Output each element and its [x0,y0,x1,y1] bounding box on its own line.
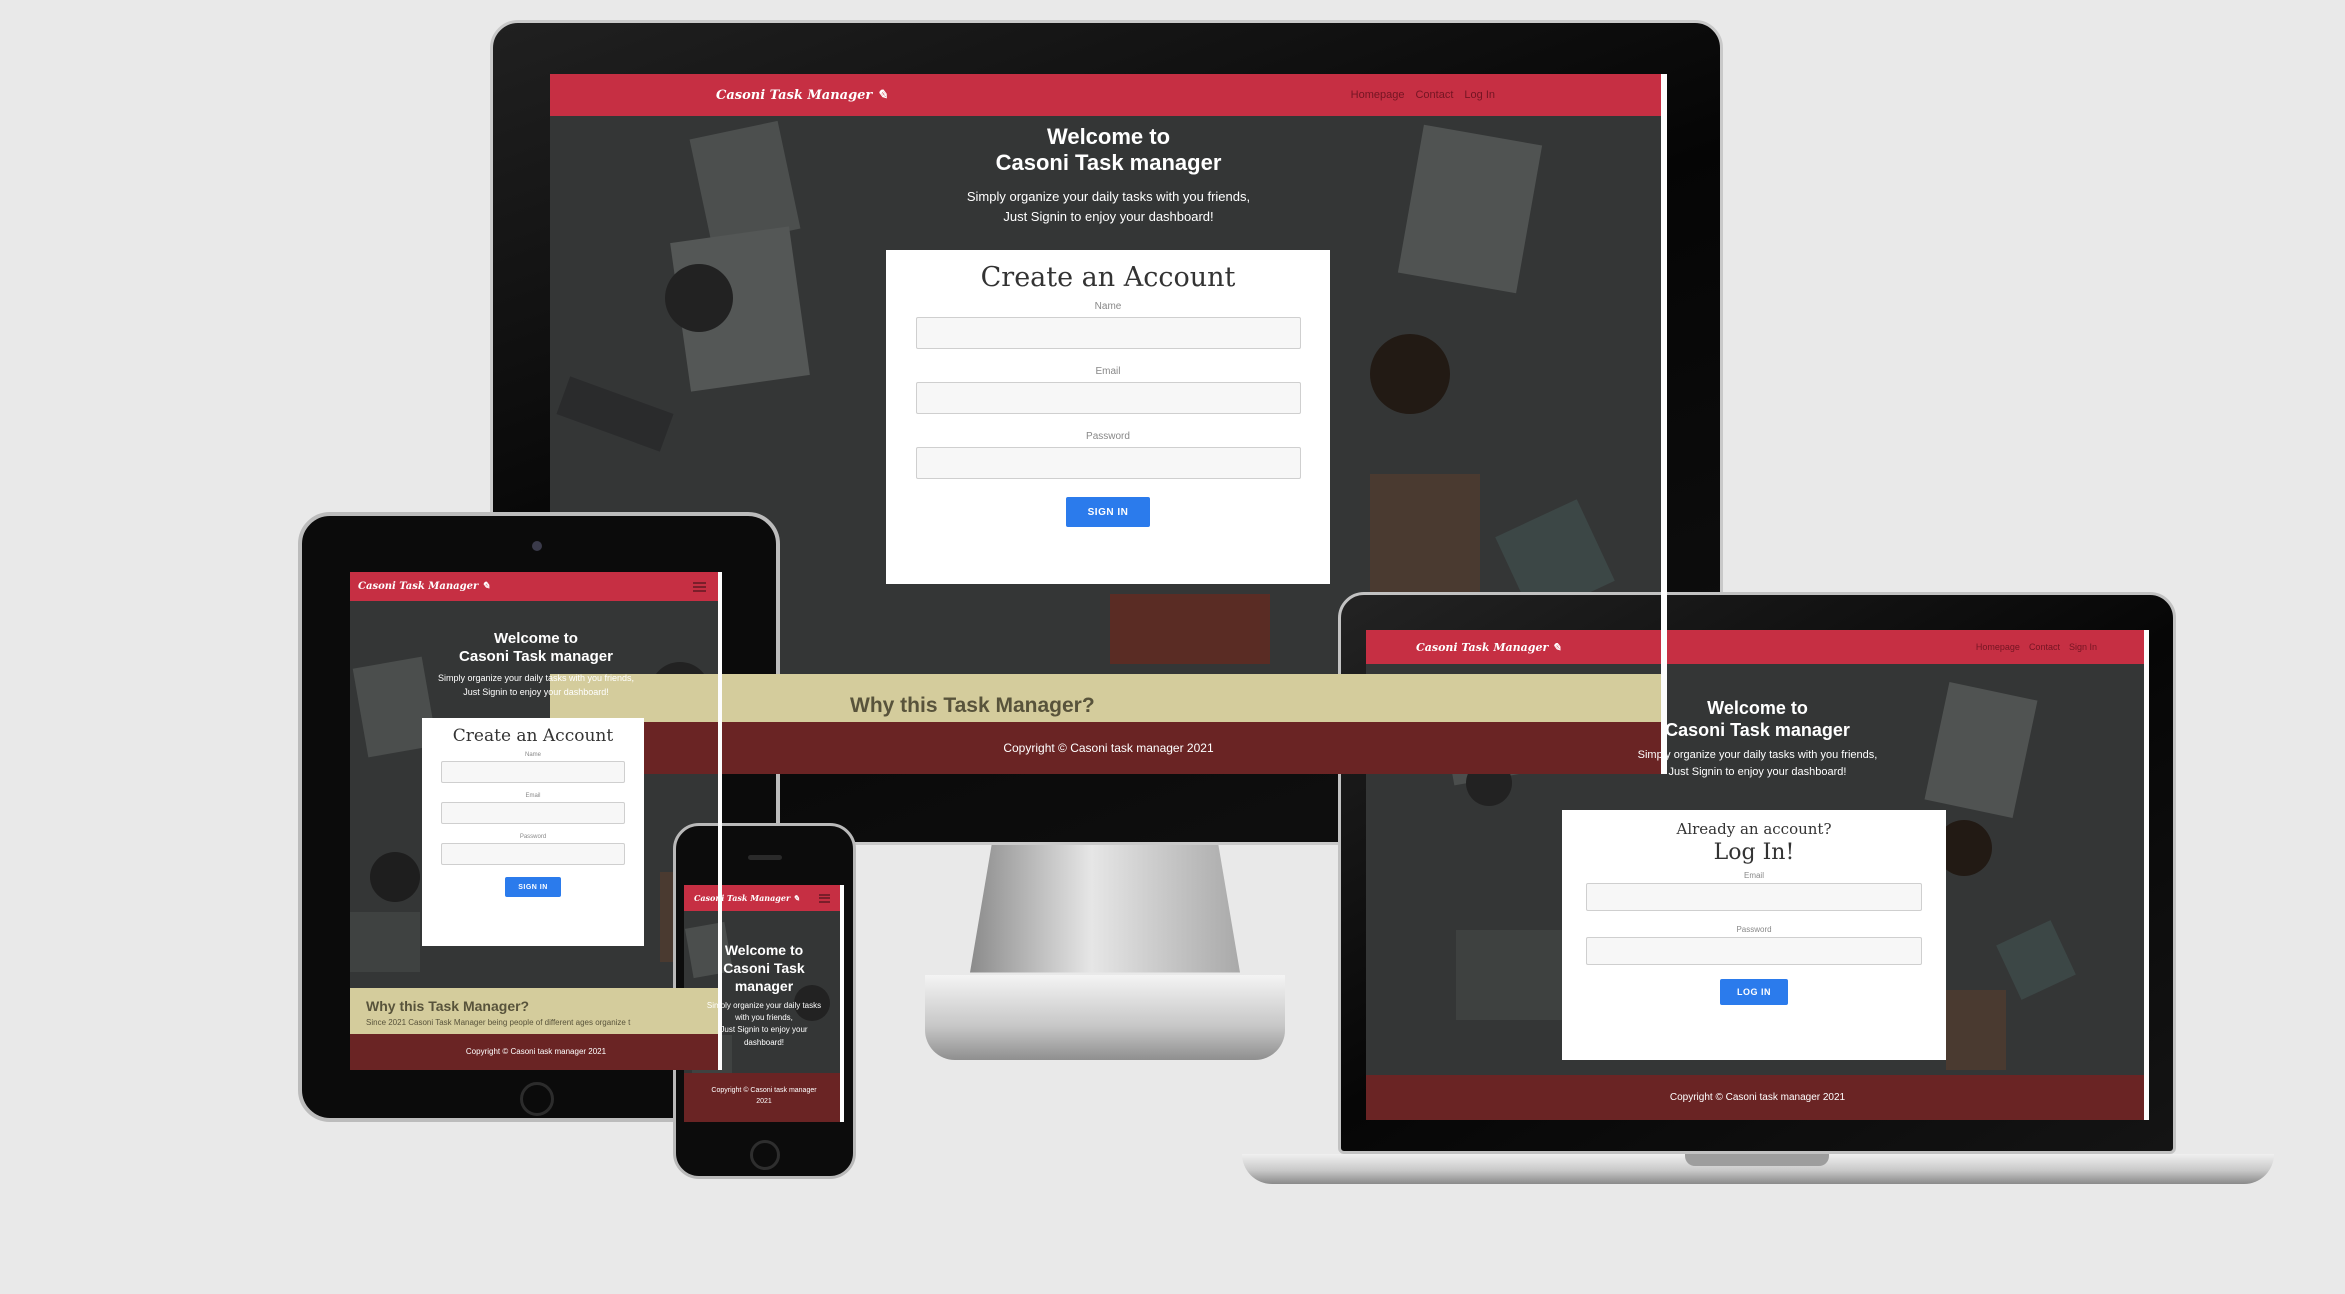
hero-title-line2: Casoni Task manager [1665,719,1850,740]
hero-subtitle-line2: Just Signin to enjoy your dashboard! [1668,766,1847,779]
signup-card: Create an Account Name Email Password SI… [886,250,1330,584]
footer-copyright-line2: 2021 [756,1098,772,1106]
footer-copyright-line1: Copyright © Casoni task manager [711,1087,817,1094]
phone-home-button [750,1140,780,1170]
laptop-notch [1685,1154,1829,1166]
tablet-screen: Casoni Task Manager ✎ Welcome to Casoni … [350,572,722,1070]
email-field[interactable] [441,802,625,824]
why-section: Why this Task Manager? Since 2021 Casoni… [350,988,722,1034]
hero-subtitle-line1: Simply organize your daily tasks with yo… [966,188,1251,204]
signup-title: Create an Account [980,262,1236,293]
hero-subtitle-line2: Just Signin to enjoy your dashboard! [1003,208,1214,224]
hamburger-menu-icon[interactable] [693,581,706,592]
footer-copyright: Copyright © Casoni task manager 2021 [1003,741,1214,755]
password-field[interactable] [1586,937,1922,965]
signup-card: Create an Account Name Email Password SI… [422,718,644,946]
password-label: Password [1086,431,1130,442]
nav-link-signin[interactable]: Sign In [2069,642,2097,652]
feather-icon: ✎ [792,893,800,903]
hero-title-line2: Casoni Task manager [459,648,613,665]
why-text: Since 2021 Casoni Task Manager being peo… [366,1018,631,1027]
password-label: Password [1736,925,1772,934]
laptop-screen: Casoni Task Manager ✎ Homepage Contact S… [1366,630,2149,1120]
navbar: Casoni Task Manager ✎ Homepage Contact L… [550,74,1667,116]
why-heading: Why this Task Manager? [366,998,530,1014]
email-label: Email [525,793,541,799]
hero-title-line3: manager [734,978,794,995]
brand-logo[interactable]: Casoni Task Manager ✎ [716,88,888,103]
tablet-camera [532,541,542,551]
hero-subtitle-line1: Simply organize your daily tasks with yo… [437,673,635,683]
monitor-base [925,975,1285,1060]
hero-subtitle-line2: Just Signin to enjoy your dashboard! [463,686,609,697]
email-label: Email [1743,871,1764,880]
hero: Welcome to Casoni Task manager Simply or… [350,630,722,700]
login-title: Log In! [1713,840,1795,865]
phone-screen: Casoni Task Manager ✎ Welcome to Casoni … [684,885,844,1122]
login-pretitle: Already an account? [1676,820,1832,838]
nav-link-contact[interactable]: Contact [2029,642,2060,652]
hero-title-line2: Casoni Task manager [995,150,1222,176]
hero-title-line2: Casoni Task [723,960,805,977]
hero: Welcome to Casoni Task manager Simply or… [684,941,844,1049]
nav-link-homepage[interactable]: Homepage [1351,89,1405,101]
signup-title: Create an Account [452,726,614,746]
scrollbar[interactable] [840,885,844,1122]
footer-copyright: Copyright © Casoni task manager 2021 [465,1047,607,1056]
hero-title-line1: Welcome to [1707,698,1808,718]
nav-link-homepage[interactable]: Homepage [1976,642,2020,652]
scrollbar[interactable] [2144,630,2149,1120]
password-field[interactable] [441,843,625,865]
scrollbar[interactable] [1661,74,1667,774]
hero-subtitle-line4: dashboard! [743,1037,785,1047]
scrollbar[interactable] [718,572,722,1070]
feather-icon: ✎ [1552,640,1562,654]
navbar: Casoni Task Manager ✎ [684,885,844,911]
name-field[interactable] [441,761,625,783]
email-field[interactable] [1586,883,1922,911]
hero-subtitle-line1: Simply organize your daily tasks with yo… [1637,749,1878,762]
responsive-mockup: Casoni Task Manager ✎ Homepage Contact L… [0,0,2345,1294]
password-field[interactable] [915,447,1301,479]
brand-logo[interactable]: Casoni Task Manager ✎ [694,893,800,903]
hero: Welcome to Casoni Task manager Simply or… [550,124,1667,227]
hero: Welcome to Casoni Task manager Simply or… [1366,698,2149,781]
hero-title-line1: Welcome to [494,630,578,647]
hero-title-line1: Welcome to [1046,124,1171,149]
feather-icon: ✎ [876,87,888,103]
nav-link-contact[interactable]: Contact [1415,89,1453,101]
footer-copyright: Copyright © Casoni task manager 2021 [1669,1092,1846,1103]
login-submit-button[interactable]: LOG IN [1720,979,1788,1005]
hero-title-line1: Welcome to [724,942,804,958]
name-field[interactable] [915,317,1301,349]
name-label: Name [1094,301,1122,312]
hero-subtitle-line1: Simply organize your daily tasks [706,1000,822,1010]
brand-logo[interactable]: Casoni Task Manager ✎ [358,581,490,592]
footer: Copyright © Casoni task manager 2021 [350,1034,722,1070]
why-heading: Why this Task Manager? [850,694,1095,717]
tablet-home-button [520,1082,554,1116]
feather-icon: ✎ [481,581,491,592]
hero-subtitle-line2: with you friends, [735,1012,793,1022]
footer: Copyright © Casoni task manager 2021 [684,1073,844,1122]
login-card: Already an account? Log In! Email Passwo… [1562,810,1946,1060]
name-label: Name [524,752,541,758]
nav-link-login[interactable]: Log In [1464,89,1495,101]
email-label: Email [1095,366,1121,377]
password-label: Password [519,834,547,840]
email-field[interactable] [915,382,1301,414]
signup-submit-button[interactable]: SIGN IN [1066,497,1150,527]
hero-subtitle-line3: Just Signin to enjoy your [720,1025,808,1035]
phone-speaker [748,855,782,860]
navbar: Casoni Task Manager ✎ [350,572,722,601]
brand-logo[interactable]: Casoni Task Manager ✎ [1416,641,1561,654]
hamburger-menu-icon[interactable] [819,893,830,903]
signup-submit-button[interactable]: SIGN IN [505,877,561,897]
navbar: Casoni Task Manager ✎ Homepage Contact S… [1366,630,2149,664]
footer: Copyright © Casoni task manager 2021 [1366,1075,2149,1120]
